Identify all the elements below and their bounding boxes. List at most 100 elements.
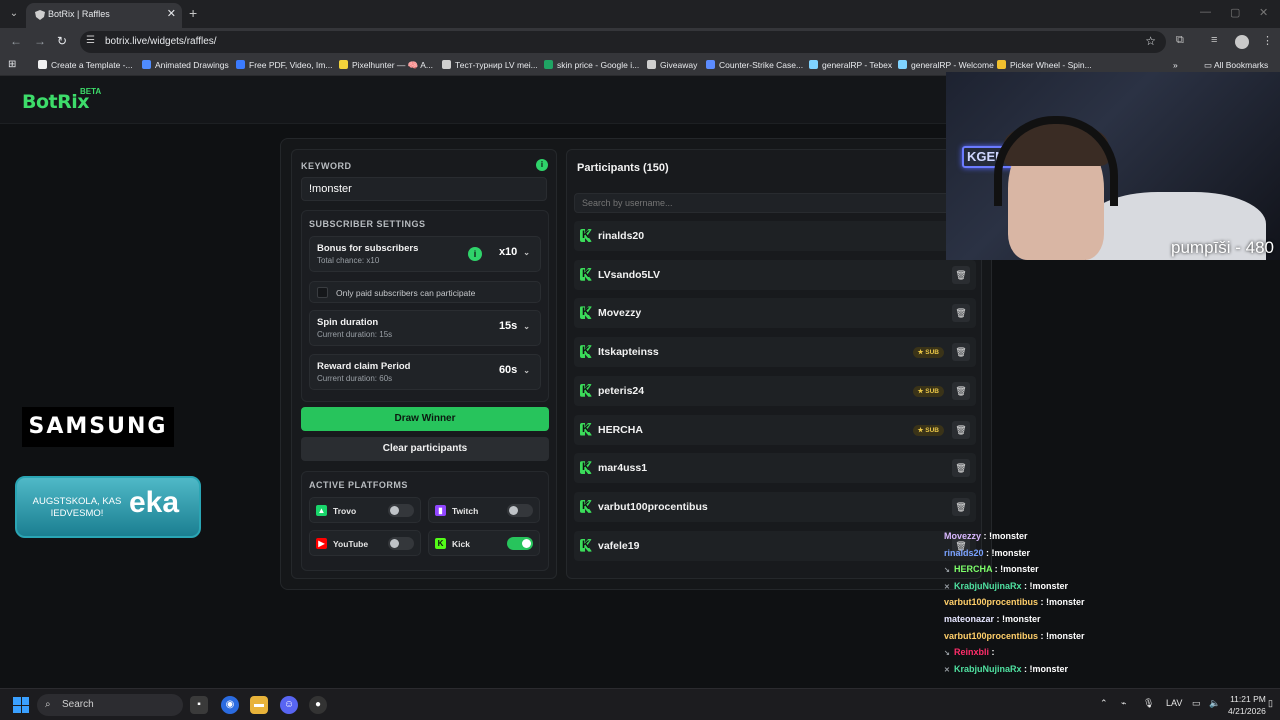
bookmark-item[interactable]: generalRP - Tebex (809, 60, 892, 70)
trash-icon[interactable]: 🗑 (952, 265, 970, 284)
only-paid-subscribers-option[interactable]: Only paid subscribers can participate (309, 281, 541, 303)
chat-username: mateonazar (944, 613, 995, 624)
eka-wordmark: eka (129, 486, 180, 519)
kick-toggle[interactable] (507, 537, 533, 550)
bookmark-item[interactable]: Pixelhunter — 🧠 A... (339, 60, 433, 71)
youtube-toggle[interactable] (388, 537, 414, 550)
profile-avatar[interactable] (1235, 35, 1249, 49)
active-platforms: ACTIVE PLATFORMS ▲ Trovo ▮ Twitch ▶ YouT… (301, 471, 549, 571)
bookmark-favicon-icon (706, 60, 715, 69)
new-tab-plus-icon[interactable]: + (189, 5, 197, 21)
chat-line: rinalds20 : !monster (944, 548, 1280, 565)
tray-chevron-up-icon[interactable]: ⌃ (1100, 698, 1108, 709)
chat-message: !monster (1046, 597, 1085, 608)
keyword-input[interactable]: !monster (301, 177, 547, 201)
bookmark-label: Giveaway (660, 60, 698, 70)
active-tab[interactable]: BotRix | Raffles ✕ (26, 3, 182, 28)
more-bookmarks-chevron-icon[interactable]: » (1173, 60, 1178, 70)
bookmark-star-icon[interactable]: ☆ (1145, 34, 1156, 48)
only-paid-checkbox[interactable] (317, 287, 328, 298)
discord-icon[interactable]: ☺ (280, 696, 298, 714)
chat-separator: : (1021, 663, 1030, 674)
system-clock[interactable]: 11:21 PM 4/21/2026 (1228, 693, 1266, 717)
network-icon[interactable]: ⌁ (1121, 698, 1126, 709)
chat-separator: : (981, 531, 990, 541)
chat-username: varbut100procentibus (944, 630, 1039, 641)
kick-icon: K (580, 229, 592, 242)
chat-separator: : (994, 613, 1003, 624)
botrix-logo[interactable]: BotRix (22, 91, 90, 113)
claim-period-select[interactable]: 60s ⌄ (499, 364, 530, 376)
search-icon: ⌕ (45, 699, 51, 710)
participant-search-input[interactable] (574, 193, 976, 213)
all-bookmarks[interactable]: ▭ All Bookmarks (1204, 60, 1268, 71)
bookmark-item[interactable]: Animated Drawings (142, 60, 229, 70)
bookmark-item[interactable]: skin price - Google i... (544, 60, 639, 70)
bookmark-favicon-icon (898, 60, 907, 69)
microphone-icon[interactable]: 🎙 (1143, 698, 1154, 709)
reload-icon[interactable]: ↻ (57, 34, 67, 48)
extensions-icon[interactable]: ⧉ (1176, 34, 1184, 47)
chat-line: ↘ Reinxbli : (944, 647, 1280, 664)
bookmark-favicon-icon (236, 60, 245, 69)
maximize-icon[interactable]: ▢ (1230, 6, 1240, 19)
clear-participants-button[interactable]: Clear participants (301, 437, 549, 461)
trash-icon[interactable]: 🗑 (952, 304, 970, 323)
volume-icon[interactable]: 🔈 (1209, 698, 1220, 709)
trash-icon[interactable]: 🗑 (952, 381, 970, 400)
bookmark-item[interactable]: Create a Template -... (38, 60, 133, 70)
spin-duration-select[interactable]: 15s ⌄ (499, 320, 530, 332)
trash-icon[interactable]: 🗑 (952, 420, 970, 439)
chat-message: !monster (991, 547, 1031, 558)
info-icon[interactable]: i (468, 247, 482, 261)
twitch-toggle[interactable] (507, 504, 533, 517)
close-window-icon[interactable]: ✕ (1259, 6, 1268, 19)
bookmark-item[interactable]: Counter-Strike Case... (706, 60, 803, 70)
trash-icon[interactable]: 🗑 (952, 459, 970, 478)
platform-name: Trovo (333, 506, 357, 516)
browser-menu-icon[interactable]: ⋮ (1262, 34, 1273, 47)
notification-icon[interactable]: ▯ (1268, 698, 1273, 709)
trash-icon[interactable]: 🗑 (952, 497, 970, 516)
minimize-icon[interactable]: — (1200, 6, 1211, 18)
bookmark-item[interactable]: generalRP - Welcome (898, 60, 994, 70)
address-bar[interactable]: ☰ botrix.live/widgets/raffles/ ☆ (80, 31, 1166, 53)
tab-search-chevron-icon[interactable]: ⌄ (6, 6, 22, 22)
raffle-widget: KEYWORD i !monster SUBSCRIBER SETTINGS B… (280, 138, 992, 590)
bookmark-item[interactable]: Giveaway (647, 60, 697, 70)
trovo-toggle[interactable] (388, 504, 414, 517)
app-icon[interactable]: ● (309, 696, 327, 714)
trash-icon[interactable]: 🗑 (952, 343, 970, 362)
chat-username: HERCHA (954, 564, 993, 575)
bookmark-item[interactable]: Free PDF, Video, Im... (236, 60, 332, 70)
chat-separator: : (1038, 630, 1047, 641)
spin-title: Spin duration (317, 317, 379, 328)
back-arrow-icon[interactable]: ← (10, 34, 22, 48)
chrome-icon[interactable]: ◉ (221, 696, 239, 714)
bookmark-item[interactable]: Picker Wheel - Spin... (997, 60, 1092, 70)
taskbar-search[interactable]: ⌕ Search (37, 694, 183, 716)
info-icon[interactable]: i (536, 159, 548, 171)
platform-trovo: ▲ Trovo (309, 497, 421, 523)
apps-grid-icon[interactable]: ⊞ (8, 59, 16, 70)
site-info-icon[interactable]: ☰ (86, 35, 95, 46)
chat-username: Movezzy (944, 531, 982, 541)
language-indicator[interactable]: LAV (1166, 698, 1182, 708)
bookmark-item[interactable]: Тест-турнир LV mei... (442, 60, 538, 70)
tab-close-icon[interactable]: ✕ (167, 7, 176, 20)
draw-winner-button[interactable]: Draw Winner (301, 407, 549, 431)
file-explorer-icon[interactable]: ▬ (250, 696, 268, 714)
display-icon[interactable]: ▭ (1192, 698, 1201, 709)
participants-title: Participants (150) (577, 162, 669, 174)
windows-start-icon[interactable] (13, 697, 29, 713)
forward-arrow-icon[interactable]: → (34, 34, 46, 48)
task-view-icon[interactable]: ▪ (190, 696, 208, 714)
chevron-down-icon: ⌄ (523, 322, 530, 331)
chat-message: !monster (1029, 580, 1069, 591)
chat-message: !monster (1046, 630, 1085, 641)
chat-username: rinalds20 (944, 547, 984, 558)
beta-badge: BETA (80, 87, 102, 96)
media-controls-icon[interactable]: ≡ (1211, 34, 1217, 46)
bonus-select[interactable]: x10 ⌄ (499, 246, 530, 258)
claim-subtitle: Current duration: 60s (317, 374, 393, 383)
